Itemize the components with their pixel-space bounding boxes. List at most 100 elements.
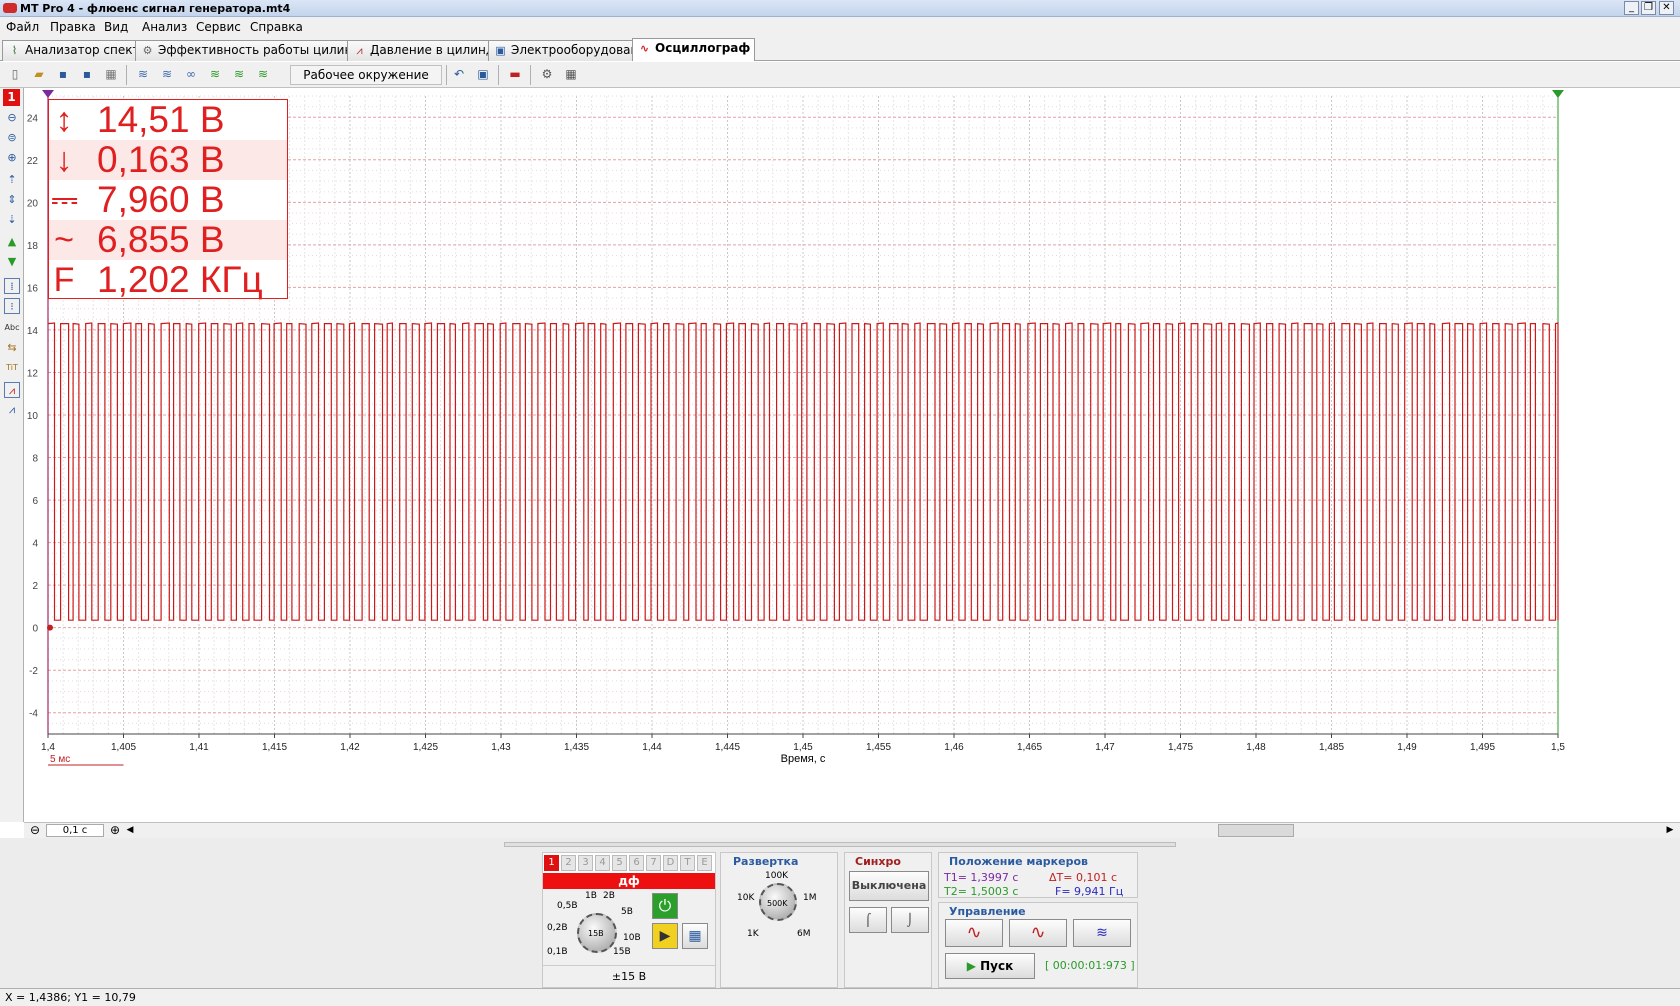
wave-c-icon[interactable]: ∞ [182, 66, 200, 83]
settings-icon[interactable]: ⚙ [538, 66, 556, 83]
center-icon[interactable]: ⇕ [4, 192, 20, 208]
x-tick-label: 1,41 [189, 742, 209, 753]
wave-b-icon[interactable]: ≋ [158, 66, 176, 83]
text-mode-icon[interactable]: Abc [4, 320, 20, 336]
sync-mode-button[interactable]: Выключена [849, 871, 929, 901]
scrollbar-thumb[interactable] [1218, 824, 1294, 837]
channel-tab-2[interactable]: 2 [561, 855, 576, 871]
channel-tab-5[interactable]: 5 [612, 855, 627, 871]
rising-edge-icon[interactable]: ⌠ [849, 907, 887, 933]
workenv-dropdown[interactable]: Рабочее окружение [290, 65, 442, 85]
panel-splitter[interactable] [504, 842, 1176, 847]
wave-a-icon[interactable]: ≋ [134, 66, 152, 83]
channel-indicator[interactable]: 1 [3, 89, 20, 106]
scroll-right-icon[interactable]: ▶ [1664, 824, 1676, 837]
status-bar: X = 1,4386; Y1 = 10,79 [0, 988, 1680, 1006]
channel-tab-t[interactable]: T [680, 855, 695, 871]
multi-wave-icon[interactable]: ≋ [1073, 919, 1131, 947]
menu-help[interactable]: Справка [250, 20, 303, 34]
calculator-icon[interactable]: ▦ [682, 923, 708, 949]
x-tick-label: 1,415 [262, 742, 287, 753]
channel-tab-6[interactable]: 6 [629, 855, 644, 871]
zoom-in-icon[interactable]: ⊕ [4, 150, 20, 166]
zoom-in-time-icon[interactable]: ⊕ [108, 824, 122, 837]
y-tick-label: -4 [29, 709, 38, 720]
knob-label: 5В [621, 907, 633, 917]
chart-view2-icon[interactable]: ⩘ [4, 402, 20, 418]
measure-mode-icon[interactable]: ⁝ [4, 298, 20, 314]
save-env-icon[interactable]: ▣ [474, 66, 492, 83]
save-icon[interactable]: ▪ [54, 66, 72, 83]
new-file-icon[interactable]: ▯ [6, 66, 24, 83]
menu-file[interactable]: Файл [6, 20, 39, 34]
chart-view-icon[interactable]: ⩘ [4, 382, 20, 398]
x-tick-label: 1,465 [1017, 742, 1042, 753]
y-tick-label: 16 [27, 283, 39, 294]
marker-freq-value: F= 9,941 Гц [1055, 885, 1124, 898]
dc-icon: ⎓ [51, 181, 79, 219]
zero-level-marker[interactable] [47, 624, 53, 631]
scroll-down-icon[interactable]: ⇣ [4, 212, 20, 228]
scroll-up-icon[interactable]: ⇡ [4, 172, 20, 188]
falling-edge-icon[interactable]: ⌡ [891, 907, 929, 933]
grid-icon[interactable]: ▦ [562, 66, 580, 83]
arrow-up-icon[interactable]: ▲ [4, 234, 20, 250]
knob-label: 10K [737, 893, 755, 903]
menu-service[interactable]: Сервис [196, 20, 241, 34]
menu-analysis[interactable]: Анализ [142, 20, 187, 34]
marker-t2-value: T2= 1,5003 с [944, 885, 1019, 898]
play-channel-icon[interactable]: ▶ [652, 923, 678, 949]
wave-e-icon[interactable]: ≋ [230, 66, 248, 83]
undo-icon[interactable]: ↶ [450, 66, 468, 83]
channel-tab-e[interactable]: E [697, 855, 712, 871]
minimize-button[interactable]: _ [1624, 1, 1639, 15]
tab-oscilloscope[interactable]: ∿ Осциллограф [632, 38, 756, 61]
save-as-icon[interactable]: ▪ [78, 66, 96, 83]
open-folder-icon[interactable]: ▰ [30, 66, 48, 83]
toolbar-separator [498, 65, 499, 85]
channel-tab-7[interactable]: 7 [646, 855, 661, 871]
freq-icon: F [53, 261, 75, 299]
x-tick-label: 1,48 [1246, 742, 1266, 753]
zoom-out-time-icon[interactable]: ⊖ [28, 824, 42, 837]
close-button[interactable]: ✕ [1659, 1, 1674, 15]
y-tick-label: 10 [27, 411, 39, 422]
marker-mode-icon[interactable]: ⇆ [4, 340, 20, 356]
channel-tab-4[interactable]: 4 [595, 855, 610, 871]
wave-d-icon[interactable]: ≋ [206, 66, 224, 83]
horizontal-scrollbar[interactable]: ⊖ 0,1 с ⊕ ◀ ▶ [24, 822, 1680, 838]
channel-tab-3[interactable]: 3 [578, 855, 593, 871]
range-dropdown[interactable]: ±15 В [543, 965, 715, 987]
sync-panel: Синхро Выключена ⌠ ⌡ [844, 852, 932, 988]
start-button[interactable]: ▶ Пуск [945, 953, 1035, 979]
knob-label: 0,2В [547, 923, 568, 933]
readout-ac: ~6,855 В [49, 220, 287, 260]
channel-tab-1[interactable]: 1 [544, 855, 559, 871]
arrow-down-icon[interactable]: ▼ [4, 254, 20, 270]
play-icon: ▶ [966, 959, 981, 973]
zoom-reset-icon[interactable]: ⊜ [4, 130, 20, 146]
single-wave-icon[interactable]: ∿ [945, 919, 1003, 947]
zoom-out-icon[interactable]: ⊖ [4, 110, 20, 126]
ac-icon: ~ [54, 221, 74, 259]
cursor-mode-icon[interactable]: ⁞ [4, 278, 20, 294]
channel-tab-d[interactable]: D [663, 855, 678, 871]
knob-center-label: 15В [588, 929, 604, 938]
print-icon[interactable]: ▦ [102, 66, 120, 83]
restore-button[interactable]: ❐ [1641, 1, 1656, 15]
channel-name[interactable]: дф [543, 873, 715, 889]
label-mode-icon[interactable]: TiT [4, 360, 20, 376]
scroll-left-icon[interactable]: ◀ [124, 824, 136, 837]
wave-f-icon[interactable]: ≋ [254, 66, 272, 83]
tabs-bar: ⌇ Анализатор спектра ⚙ Эффективность работ… [0, 37, 1680, 61]
x-tick-label: 1,46 [944, 742, 964, 753]
time-zoom-field[interactable]: 0,1 с [46, 824, 104, 837]
knob-label: 6M [797, 929, 811, 939]
menu-edit[interactable]: Правка [50, 20, 96, 34]
markers-title: Положение маркеров [949, 855, 1088, 868]
menu-view[interactable]: Вид [104, 20, 128, 34]
car-icon[interactable]: ▬ [506, 66, 524, 83]
readout-value: 1,202 КГц [97, 259, 263, 300]
wave-window-icon[interactable]: ∿ [1009, 919, 1067, 947]
power-icon[interactable]: ⏻ [652, 893, 678, 919]
